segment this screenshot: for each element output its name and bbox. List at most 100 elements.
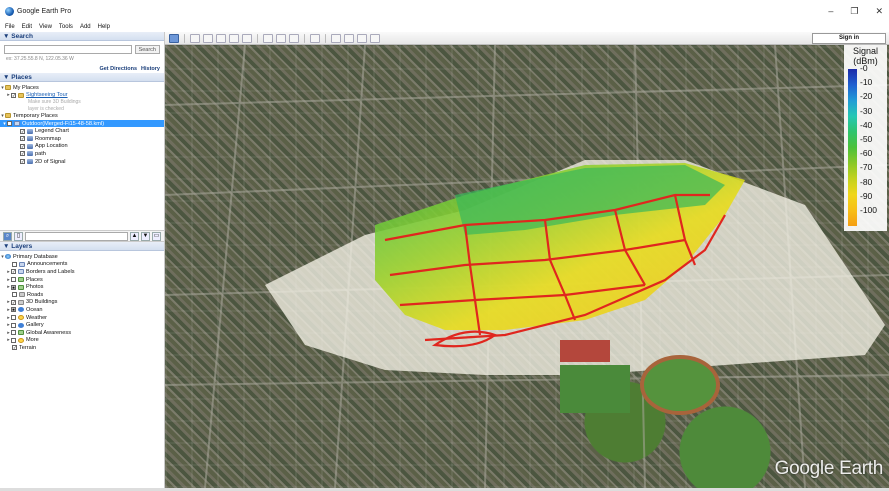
search-input[interactable] [4,45,132,54]
tree-item-path[interactable]: ✓ path [0,150,164,158]
checkbox[interactable] [11,330,16,336]
tree-item-2d-of-signal[interactable]: ✓ 2D of Signal [0,158,164,166]
checkbox[interactable]: ■ [11,284,16,290]
borders-icon [18,269,24,275]
window-title: Google Earth Pro [17,7,72,15]
checkbox[interactable]: ✓ [20,159,25,165]
tree-item-app-location[interactable]: ✓ App Location [0,143,164,151]
menu-add[interactable]: Add [80,24,91,30]
menu-edit[interactable]: Edit [22,24,32,30]
layer-ocean[interactable]: ▸ ■ Ocean [0,306,164,314]
tree-item-roommap[interactable]: ✓ Roommap [0,135,164,143]
layer-primary-database[interactable]: ▾ Primary Database [0,253,164,261]
checkbox[interactable]: ✓ [11,92,16,98]
menu-help[interactable]: Help [98,24,110,30]
list-view-icon[interactable]: ▯ [14,231,23,241]
checkbox[interactable]: ✓ [20,128,25,134]
checkbox[interactable]: ✓ [11,269,16,275]
tree-item-sightseeing-tour[interactable]: ▸ ✓ Sightseeing Tour [0,92,164,100]
layer-roads[interactable]: Roads [0,291,164,299]
checkbox[interactable]: ✓ [7,121,12,127]
sunlight-icon[interactable] [276,33,286,43]
email-icon[interactable] [331,33,341,43]
menu-file[interactable]: File [5,24,15,30]
sign-in-button[interactable]: Sign in [812,33,886,44]
checkbox[interactable]: ✓ [20,151,25,157]
tree-item-kml-file[interactable]: ▾ ✓ Outdoor(Merged-Fi15-48-58.kml) [0,119,164,128]
view-in-maps-icon[interactable] [370,33,380,43]
checkbox[interactable] [11,277,16,283]
legend-tick-label: -100 [860,205,878,215]
search-row: Search [0,41,164,56]
tennis-courts [560,340,610,362]
checkbox[interactable]: ✓ [20,143,25,149]
checkbox[interactable] [11,337,16,343]
search-links: Get Directions History [0,64,164,73]
layer-photos[interactable]: ▸ ■ Photos [0,283,164,291]
ruler-icon[interactable] [310,33,320,43]
global-awareness-icon [18,330,24,336]
checkbox[interactable]: ■ [11,307,16,313]
checkbox[interactable]: ✓ [20,136,25,142]
add-polygon-icon[interactable] [203,33,213,43]
add-placemark-icon[interactable] [190,33,200,43]
search-panel-header[interactable]: ▼ Search [0,32,164,41]
layer-borders-labels[interactable]: ▸ ✓ Borders and Labels [0,268,164,276]
checkbox[interactable]: ✓ [12,345,17,351]
layer-places[interactable]: ▸ Places [0,276,164,284]
tree-item-legend-chart[interactable]: ✓ Legend Chart [0,127,164,135]
checkbox[interactable] [12,292,17,298]
google-earth-watermark: Google Earth [774,458,884,479]
history-link[interactable]: History [141,66,160,72]
checkbox[interactable] [11,315,16,321]
get-directions-link[interactable]: Get Directions [99,66,137,72]
menu-view[interactable]: View [39,24,52,30]
layer-weather[interactable]: ▸ Weather [0,314,164,322]
layer-more[interactable]: ▸ More [0,337,164,345]
add-image-overlay-icon[interactable] [229,33,239,43]
legend-tick-label: -30 [860,105,873,116]
checkbox[interactable] [12,261,17,267]
checkbox[interactable] [11,322,16,328]
layer-gallery[interactable]: ▸ Gallery [0,321,164,329]
layers-tree: ▾ Primary Database Announcements ▸ ✓ Bor… [0,251,164,352]
print-icon[interactable] [344,33,354,43]
folder-icon [5,85,11,91]
places-filter-input[interactable] [25,231,128,241]
globe-icon [5,254,11,260]
save-image-icon[interactable] [357,33,367,43]
tree-item-temporary-places[interactable]: ▾ Temporary Places [0,112,164,120]
checkbox[interactable]: ✓ [11,299,16,305]
menu-tools[interactable]: Tools [59,24,73,30]
move-down-icon[interactable]: ▼ [141,231,150,241]
planets-icon[interactable] [289,33,299,43]
minimize-button[interactable]: – [828,6,833,16]
map-view[interactable]: Sign in Signal (dBm) -0 -10 -20 -30 -40 … [165,32,889,488]
layer-announcements[interactable]: Announcements [0,261,164,269]
legend-tick-label: -60 [860,148,873,159]
legend-tick-label: -40 [860,119,873,130]
sidebar-toggle-icon[interactable] [169,33,179,43]
tour-icon[interactable]: ▭ [152,231,161,241]
layer-global-awareness[interactable]: ▸ Global Awareness [0,329,164,337]
search-button[interactable]: Search [134,45,160,54]
overlay-icon [27,143,33,149]
add-path-icon[interactable] [216,33,226,43]
places-icon [18,277,24,283]
search-places-icon[interactable]: ⌕ [3,231,12,241]
layer-terrain[interactable]: ✓ Terrain [0,344,164,352]
legend-color-bar [848,69,857,226]
layer-3d-buildings[interactable]: ▸ ✓ 3D Buildings [0,299,164,307]
places-panel-header[interactable]: ▼ Places [0,73,164,82]
record-tour-icon[interactable] [242,33,252,43]
move-up-icon[interactable]: ▲ [130,231,139,241]
signal-legend: Signal (dBm) -0 -10 -20 -30 -40 -50 -60 -70 -80-… [844,45,887,231]
sports-field [560,365,630,413]
maximize-button[interactable]: ❐ [850,6,858,17]
close-button[interactable]: ✕ [875,6,883,17]
photos-icon [18,284,24,290]
historical-imagery-icon[interactable] [263,33,273,43]
layers-panel-header[interactable]: ▼ Layers [0,242,164,251]
map-toolbar: Sign in [165,32,889,45]
tree-item-my-places[interactable]: ▾ My Places [0,84,164,92]
